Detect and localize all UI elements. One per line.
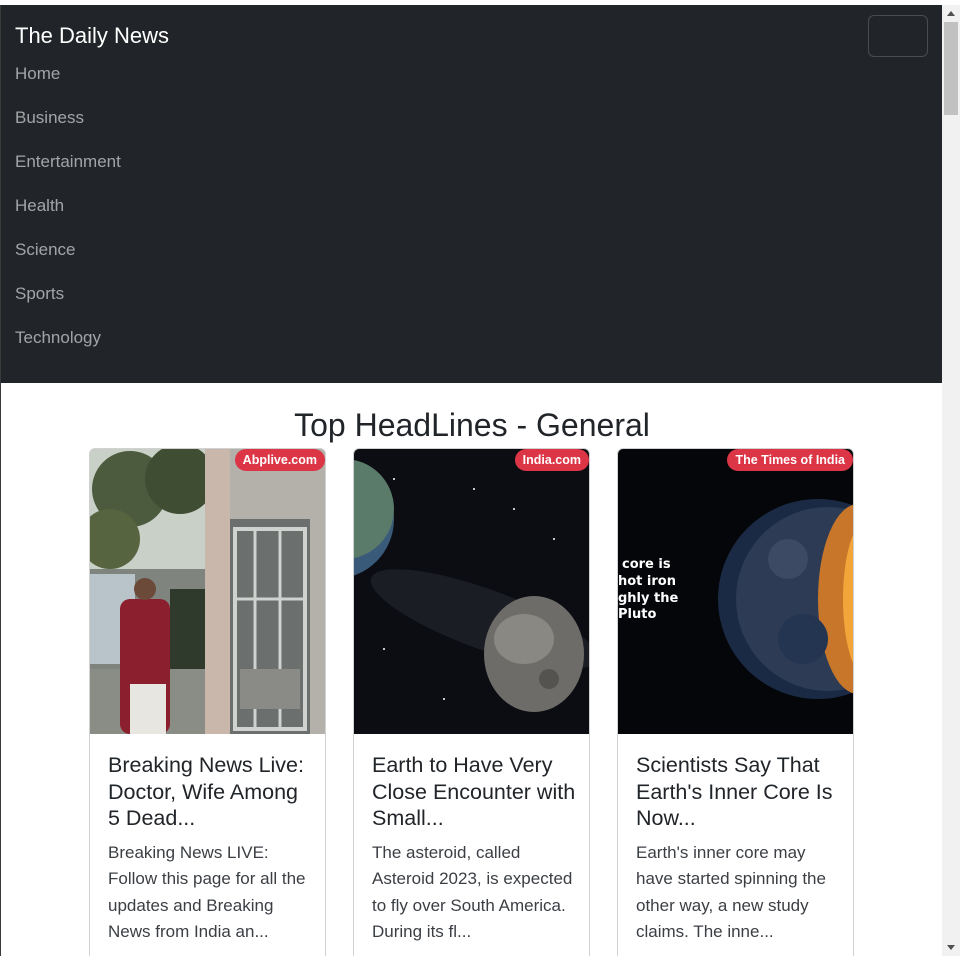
card-body: Breaking News Live: Doctor, Wife Among 5… xyxy=(108,752,312,946)
asteroid-photo-image[interactable] xyxy=(354,449,589,734)
overlay-text-line: Pluto xyxy=(618,607,656,622)
scrollbar-thumb[interactable] xyxy=(944,22,958,115)
scroll-up-arrow-icon[interactable] xyxy=(942,5,960,22)
news-card: core is hot iron ghly the Pluto The Time… xyxy=(617,448,854,956)
street-photo-image[interactable] xyxy=(90,449,325,734)
nav-item-science[interactable]: Science xyxy=(15,238,121,282)
card-description: The asteroid, called Asteroid 2023, is e… xyxy=(372,842,573,942)
page-viewport: The Daily News Home Business Entertainme… xyxy=(0,5,943,956)
source-badge: Abplive.com xyxy=(234,449,325,471)
card-description: Earth's inner core may have started spin… xyxy=(636,842,826,942)
card-title: Breaking News Live: Doctor, Wife Among 5… xyxy=(108,753,304,830)
card-body: Scientists Say That Earth's Inner Core I… xyxy=(636,752,840,946)
navbar: The Daily News Home Business Entertainme… xyxy=(1,5,943,383)
news-card: India.com Earth to Have Very Close Encou… xyxy=(353,448,590,956)
news-card: Abplive.com Breaking News Live: Doctor, … xyxy=(89,448,326,956)
overlay-text-line: ghly the xyxy=(618,591,678,606)
card-description: Breaking News LIVE: Follow this page for… xyxy=(108,842,306,942)
card-title: Earth to Have Very Close Encounter with … xyxy=(372,753,576,830)
source-badge: The Times of India xyxy=(727,449,853,471)
overlay-text-line: core is xyxy=(622,557,671,572)
nav-item-home[interactable]: Home xyxy=(15,62,121,106)
nav-item-business[interactable]: Business xyxy=(15,106,121,150)
navbar-toggler-button[interactable] xyxy=(868,15,928,57)
vertical-scrollbar[interactable] xyxy=(942,5,960,956)
nav-item-entertainment[interactable]: Entertainment xyxy=(15,150,121,194)
nav-list: Home Business Entertainment Health Scien… xyxy=(15,62,121,370)
nav-item-sports[interactable]: Sports xyxy=(15,282,121,326)
overlay-text-line: hot iron xyxy=(618,574,676,589)
scroll-down-arrow-icon[interactable] xyxy=(942,939,960,956)
card-title: Scientists Say That Earth's Inner Core I… xyxy=(636,753,833,830)
nav-item-technology[interactable]: Technology xyxy=(15,326,121,370)
brand-link[interactable]: The Daily News xyxy=(15,21,169,51)
nav-item-health[interactable]: Health xyxy=(15,194,121,238)
card-body: Earth to Have Very Close Encounter with … xyxy=(372,752,576,946)
earth-photo-image[interactable]: core is hot iron ghly the Pluto xyxy=(618,449,853,734)
source-badge: India.com xyxy=(514,449,589,471)
page-heading: Top HeadLines - General xyxy=(294,407,650,444)
